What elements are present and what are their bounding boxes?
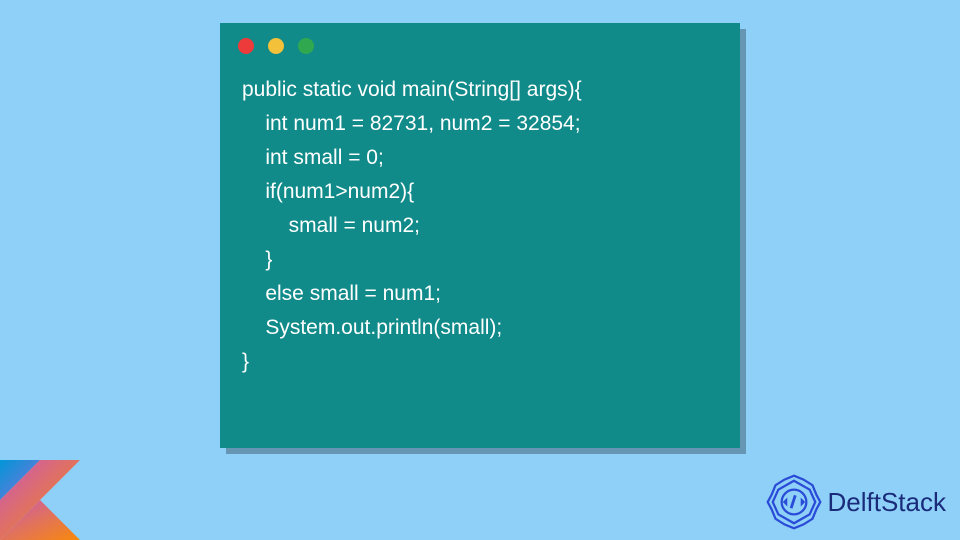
brand-name: DelftStack: [828, 487, 947, 518]
code-line: else small = num1;: [242, 282, 441, 305]
delftstack-brand: DelftStack: [766, 474, 947, 530]
code-line: int num1 = 82731, num2 = 32854;: [242, 112, 581, 135]
code-line: public static void main(String[] args){: [242, 78, 582, 101]
code-block: public static void main(String[] args){ …: [220, 59, 740, 399]
window-controls: [220, 23, 740, 59]
maximize-icon: [298, 38, 314, 54]
code-line: }: [242, 350, 249, 373]
close-icon: [238, 38, 254, 54]
delftstack-logo-icon: [766, 474, 822, 530]
code-line: }: [242, 248, 272, 271]
minimize-icon: [268, 38, 284, 54]
code-window: public static void main(String[] args){ …: [220, 23, 740, 448]
code-line: System.out.println(small);: [242, 316, 502, 339]
kotlin-logo-icon: [0, 460, 80, 540]
code-line: small = num2;: [242, 214, 420, 237]
code-line: int small = 0;: [242, 146, 384, 169]
code-line: if(num1>num2){: [242, 180, 414, 203]
